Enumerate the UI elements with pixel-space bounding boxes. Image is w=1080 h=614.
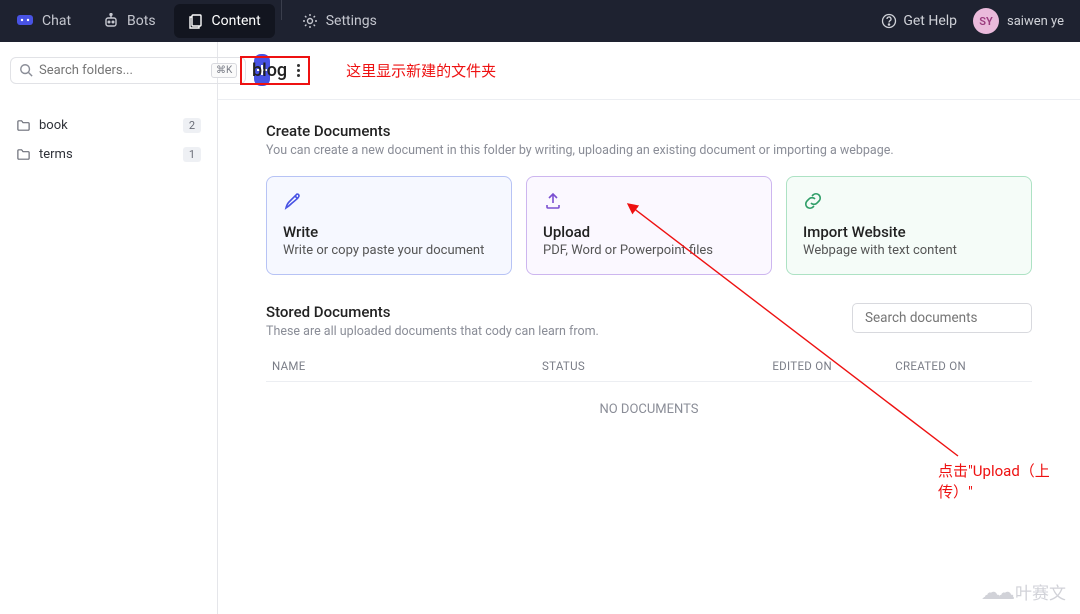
- folder-title-highlight: blog: [240, 56, 310, 85]
- upload-icon: [543, 191, 755, 215]
- search-documents-input[interactable]: [852, 303, 1032, 333]
- nav-bots-label: Bots: [127, 13, 156, 29]
- watermark: ☁☁ 叶赛文: [981, 579, 1066, 604]
- annotation-1: 这里显示新建的文件夹: [346, 60, 496, 81]
- page-title: blog: [252, 60, 287, 81]
- card-write-desc: Write or copy paste your document: [283, 243, 495, 258]
- nav-content[interactable]: Content: [174, 4, 275, 38]
- folder-search[interactable]: ⌘K: [10, 57, 246, 84]
- user-name: saiwen ye: [1007, 14, 1064, 29]
- folder-count: 1: [183, 147, 201, 162]
- get-help[interactable]: Get Help: [881, 13, 957, 29]
- nav-settings[interactable]: Settings: [286, 0, 393, 42]
- bots-icon: [103, 13, 119, 29]
- folder-name: book: [39, 118, 68, 133]
- card-write-title: Write: [283, 223, 495, 241]
- pen-icon: [283, 191, 495, 215]
- card-import-desc: Webpage with text content: [803, 243, 1015, 258]
- content-icon: [188, 13, 204, 29]
- nav-settings-label: Settings: [326, 13, 377, 29]
- card-import-title: Import Website: [803, 223, 1015, 241]
- folder-icon: [16, 147, 31, 162]
- col-edited: EDITED ON: [682, 359, 832, 373]
- search-icon: [19, 63, 33, 77]
- card-write[interactable]: Write Write or copy paste your document: [266, 176, 512, 275]
- folder-menu-button[interactable]: [297, 64, 300, 77]
- stored-subtitle: These are all uploaded documents that co…: [266, 324, 599, 339]
- sidebar-folder-book[interactable]: book 2: [10, 112, 207, 139]
- col-created: CREATED ON: [832, 359, 1026, 373]
- empty-state: NO DOCUMENTS: [266, 382, 1032, 437]
- help-icon: [881, 13, 897, 29]
- card-import[interactable]: Import Website Webpage with text content: [786, 176, 1032, 275]
- folder-name: terms: [39, 147, 73, 162]
- chat-icon: [16, 14, 34, 28]
- folder-search-input[interactable]: [39, 63, 205, 78]
- table-header: NAME STATUS EDITED ON CREATED ON: [266, 351, 1032, 382]
- card-upload[interactable]: Upload PDF, Word or Powerpoint files: [526, 176, 772, 275]
- sidebar-folder-terms[interactable]: terms 1: [10, 141, 207, 168]
- card-upload-desc: PDF, Word or Powerpoint files: [543, 243, 755, 258]
- user-menu[interactable]: SY saiwen ye: [973, 8, 1064, 34]
- watermark-text: 叶赛文: [1015, 579, 1066, 604]
- link-icon: [803, 191, 1015, 215]
- wechat-icon: ☁☁: [981, 580, 1009, 604]
- annotation-2: 点击"Upload（上传）": [938, 460, 1080, 502]
- create-subtitle: You can create a new document in this fo…: [266, 143, 1032, 158]
- settings-icon: [302, 13, 318, 29]
- nav-chat[interactable]: Chat: [0, 0, 87, 42]
- folder-icon: [16, 118, 31, 133]
- card-upload-title: Upload: [543, 223, 755, 241]
- nav-bots[interactable]: Bots: [87, 0, 172, 42]
- col-status: STATUS: [542, 359, 682, 373]
- help-label: Get Help: [903, 13, 957, 29]
- create-title: Create Documents: [266, 122, 1032, 140]
- avatar: SY: [973, 8, 999, 34]
- folder-count: 2: [183, 118, 201, 133]
- stored-title: Stored Documents: [266, 303, 599, 321]
- nav-chat-label: Chat: [42, 13, 71, 29]
- nav-divider: [281, 0, 282, 20]
- col-name: NAME: [272, 359, 542, 373]
- nav-content-label: Content: [212, 13, 261, 29]
